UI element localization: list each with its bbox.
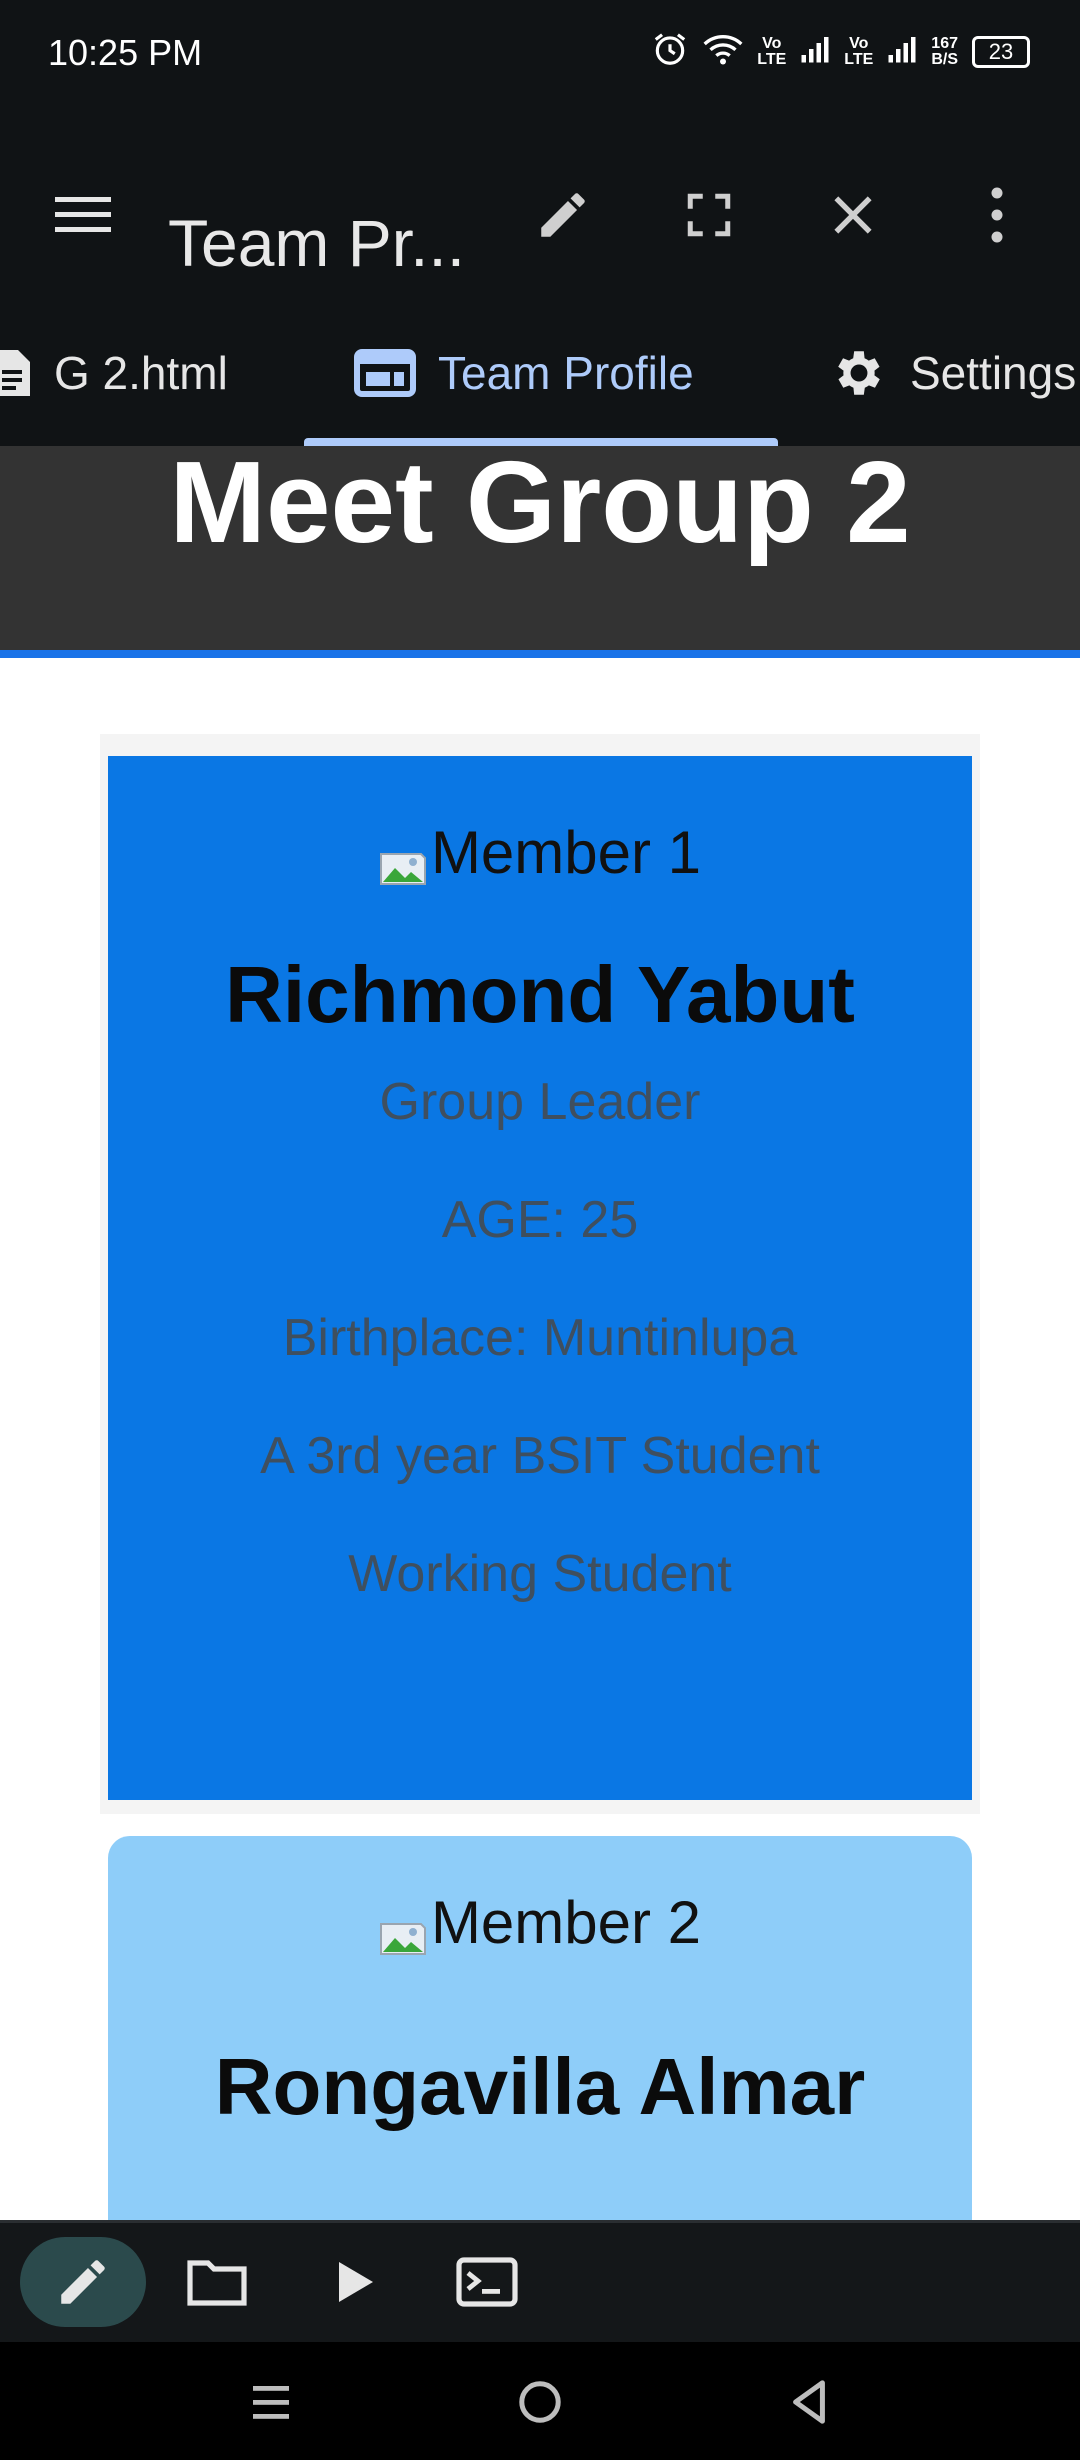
- overflow-menu-button[interactable]: [952, 170, 1042, 260]
- terminal-button[interactable]: [424, 2237, 550, 2327]
- alarm-icon: [651, 30, 689, 73]
- edit-button[interactable]: [518, 170, 608, 260]
- member-details: Group Leader AGE: 25 Birthplace: Muntinl…: [108, 1043, 972, 1633]
- hamburger-icon: [55, 197, 111, 232]
- pencil-icon: [61, 2260, 105, 2304]
- folder-icon: [187, 2260, 247, 2306]
- member-image-alt: Member 2: [430, 1889, 702, 1956]
- app-title: Team Pr...: [168, 206, 466, 280]
- member-age: AGE: 25: [441, 1190, 639, 1249]
- app-bar: Team Pr...: [0, 110, 1080, 300]
- pencil-icon: [541, 193, 585, 237]
- volte-label-2: Vo LTE: [844, 34, 874, 68]
- member-name: Richmond Yabut: [225, 949, 855, 1039]
- terminal-icon: [456, 2257, 518, 2307]
- broken-image-icon: [379, 833, 427, 885]
- signal-icon: [800, 34, 830, 69]
- member-status: Working Student: [348, 1544, 732, 1603]
- tab-bar: G 2.html Team Profile Settings: [0, 300, 1080, 446]
- back-icon: [793, 2380, 825, 2424]
- battery-icon: 23: [972, 35, 1030, 68]
- broken-image-icon: [379, 1903, 427, 1955]
- member-image: Member 1: [379, 818, 701, 887]
- web-preview-icon: [354, 349, 416, 397]
- signal-icon-2: [887, 34, 917, 69]
- menu-button[interactable]: [38, 170, 128, 260]
- run-button[interactable]: [292, 2237, 418, 2327]
- editor-toolbar: [0, 2220, 1080, 2345]
- member-image-alt: Member 1: [430, 819, 702, 886]
- tab-g2-html[interactable]: G 2.html: [0, 300, 228, 446]
- home-icon: [519, 2381, 561, 2423]
- member-image: Member 2: [379, 1888, 701, 1957]
- document-icon: [0, 350, 30, 396]
- gear-icon: [838, 351, 880, 395]
- member-education: A 3rd year BSIT Student: [260, 1426, 820, 1485]
- battery-level: 23: [988, 38, 1014, 64]
- page-header: Meet Group 2: [0, 446, 1080, 658]
- system-nav-bar: [0, 2342, 1080, 2460]
- tab-team-profile[interactable]: Team Profile: [354, 300, 694, 446]
- status-time: 10:25 PM: [48, 32, 203, 73]
- active-tab-indicator: [304, 438, 778, 446]
- member-card-1: Member 1 Richmond Yabut Group Leader AGE…: [108, 756, 972, 1800]
- member-name: Rongavilla Almar: [214, 2041, 866, 2131]
- web-preview[interactable]: Meet Group 2 Member 1 Richmond Yabut Gro…: [0, 446, 1080, 2220]
- fullscreen-button[interactable]: [664, 170, 754, 260]
- more-vertical-icon: [991, 187, 1003, 243]
- recents-icon: [253, 2386, 289, 2419]
- close-button[interactable]: [808, 170, 898, 260]
- recents-button[interactable]: [236, 2372, 306, 2432]
- close-icon: [834, 196, 872, 234]
- home-button[interactable]: [505, 2372, 575, 2432]
- status-bar: 10:25 PM Vo LTE Vo LTE 167 B/S 23: [0, 0, 1080, 110]
- edit-mode-button[interactable]: [20, 2237, 146, 2327]
- member-card-2: Member 2 Rongavilla Almar: [108, 1836, 972, 2220]
- tab-label: Settings: [910, 347, 1077, 399]
- wifi-icon: [703, 31, 743, 72]
- member-role: Group Leader: [379, 1072, 701, 1131]
- network-speed: 167 B/S: [931, 34, 958, 68]
- tab-label: Team Profile: [438, 347, 694, 399]
- page-title: Meet Group 2: [169, 446, 911, 567]
- back-button[interactable]: [774, 2372, 844, 2432]
- play-icon: [339, 2262, 373, 2302]
- member-birthplace: Birthplace: Muntinlupa: [282, 1308, 798, 1367]
- tab-label: G 2.html: [54, 347, 228, 399]
- volte-label-1: Vo LTE: [757, 34, 787, 68]
- fullscreen-icon: [687, 193, 731, 237]
- status-icons: Vo LTE Vo LTE 167 B/S 23: [651, 30, 1030, 73]
- files-button[interactable]: [154, 2237, 280, 2327]
- tab-settings[interactable]: Settings: [830, 300, 1076, 446]
